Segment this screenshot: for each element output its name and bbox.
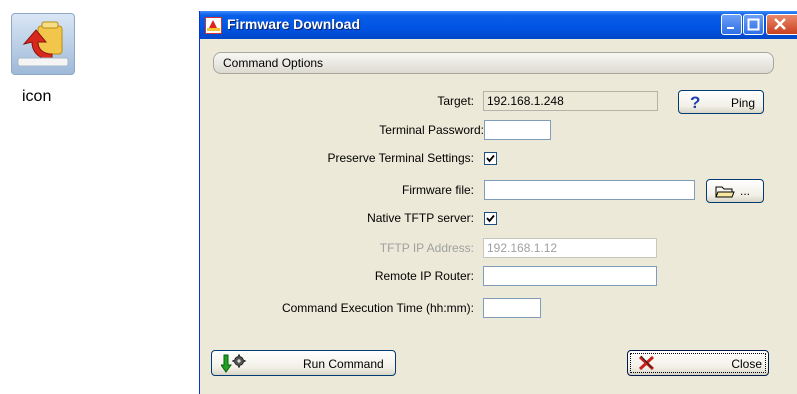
remote-ip-label: Remote IP Router: — [374, 269, 474, 283]
exec-time-label: Command Execution Time (hh:mm): — [281, 301, 474, 315]
window-app-icon — [205, 17, 222, 37]
run-command-button[interactable]: Run Command — [211, 350, 396, 376]
title-bar[interactable]: Firmware Download — [200, 11, 797, 39]
run-command-label: Run Command — [303, 357, 384, 371]
target-field: 192.168.1.248 — [483, 91, 658, 111]
browse-label: ... — [740, 184, 751, 198]
remote-ip-input[interactable] — [483, 266, 657, 286]
command-options-header[interactable]: Command Options — [213, 52, 774, 74]
firmware-file-label: Firmware file: — [401, 183, 474, 197]
native-tftp-checkbox[interactable] — [484, 212, 497, 225]
app-shortcut-icon[interactable] — [11, 13, 75, 75]
terminal-password-input[interactable] — [484, 120, 551, 140]
native-tftp-label: Native TFTP server: — [367, 211, 474, 225]
red-x-cancel-icon — [638, 355, 656, 374]
ping-button[interactable]: ? Ping — [678, 90, 764, 114]
minimize-icon — [727, 27, 734, 29]
close-icon — [774, 18, 786, 30]
preserve-settings-checkbox[interactable] — [484, 152, 497, 165]
exec-time-input[interactable] — [483, 298, 541, 318]
maximize-icon — [747, 18, 760, 31]
terminal-password-label: Terminal Password: — [379, 123, 484, 137]
command-options-title: Command Options — [223, 56, 324, 70]
target-label: Target: — [437, 94, 474, 108]
checkmark-icon — [486, 154, 495, 163]
firmware-download-window: Firmware Download Command Options Target… — [199, 11, 797, 394]
run-arrow-gear-icon — [220, 354, 249, 377]
preserve-settings-label: Preserve Terminal Settings: — [327, 151, 474, 165]
help-question-icon: ? — [689, 93, 703, 114]
close-button[interactable]: Close — [627, 350, 769, 376]
app-shortcut-caption: icon — [22, 88, 52, 105]
close-label: Close — [731, 357, 762, 371]
tftp-ip-label: TFTP IP Address: — [379, 241, 474, 255]
tftp-ip-input: 192.168.1.12 — [483, 238, 657, 258]
checkmark-icon — [486, 214, 495, 223]
firmware-file-input[interactable] — [484, 180, 695, 200]
open-folder-icon — [715, 185, 735, 202]
maximize-button[interactable] — [743, 14, 764, 35]
minimize-button[interactable] — [721, 14, 742, 35]
close-window-button[interactable] — [766, 14, 797, 35]
ping-label: Ping — [730, 96, 755, 110]
svg-text:?: ? — [690, 93, 700, 111]
browse-button[interactable]: ... — [706, 179, 764, 203]
window-title: Firmware Download — [227, 16, 361, 32]
